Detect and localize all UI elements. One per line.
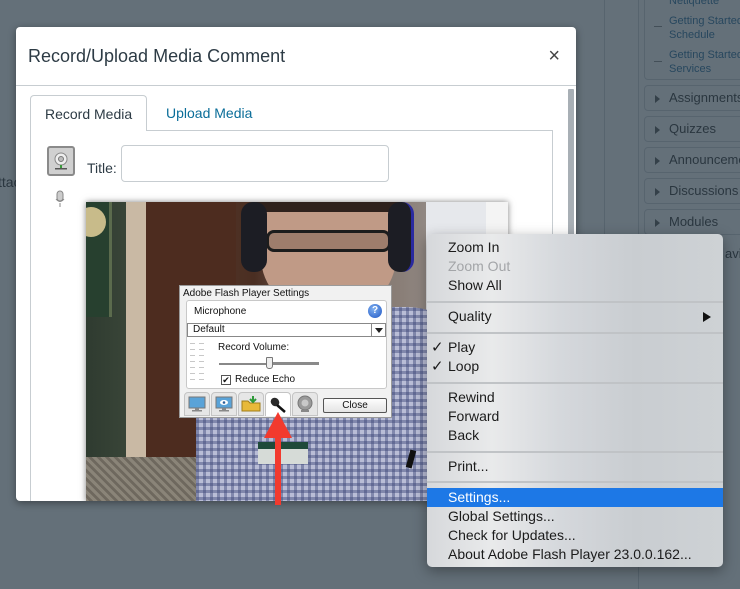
menu-item-show-all[interactable]: Show All — [427, 276, 723, 295]
close-button[interactable]: Close — [323, 398, 387, 413]
slider-thumb[interactable] — [265, 357, 273, 369]
title-label: Title: — [87, 160, 117, 176]
microphone-icon — [270, 397, 286, 413]
flash-context-menu: Zoom In Zoom Out Show All Quality ✓ Play… — [427, 234, 723, 567]
menu-item-label: Show All — [448, 277, 502, 293]
microphone-device-select[interactable]: Default — [187, 323, 386, 337]
menu-separator — [427, 481, 723, 483]
microphone-settings: Microphone ? Default Record Volume: ✔ Re… — [186, 300, 387, 389]
help-icon[interactable]: ? — [368, 304, 382, 318]
menu-item-settings[interactable]: Settings... — [427, 488, 723, 507]
selected-device: Default — [193, 324, 225, 335]
mic-level-meter — [190, 341, 208, 385]
menu-separator — [427, 301, 723, 303]
menu-item-label: Zoom Out — [448, 258, 511, 274]
record-volume-slider[interactable] — [219, 357, 319, 369]
flash-settings-panel: Adobe Flash Player Settings Microphone ?… — [179, 285, 392, 418]
menu-item-label: Play — [448, 339, 476, 355]
menu-item-global-settings[interactable]: Global Settings... — [427, 507, 723, 526]
webcam-icon — [54, 152, 68, 170]
flash-settings-title: Adobe Flash Player Settings — [183, 288, 310, 299]
tab-camera[interactable] — [292, 392, 318, 416]
tab-local-storage[interactable] — [238, 392, 264, 416]
tab-display[interactable] — [211, 392, 237, 416]
reduce-echo-label: Reduce Echo — [235, 374, 296, 385]
menu-item-label: Check for Updates... — [448, 527, 576, 543]
reduce-echo-checkbox[interactable]: ✔ Reduce Echo — [221, 374, 295, 385]
menu-item-loop[interactable]: ✓ Loop — [427, 357, 723, 376]
menu-separator — [427, 382, 723, 384]
menu-item-label: Quality — [448, 308, 492, 324]
menu-item-zoom-out: Zoom Out — [427, 257, 723, 276]
menu-item-zoom-in[interactable]: Zoom In — [427, 238, 723, 257]
display-settings-icon — [215, 396, 233, 412]
dialog-header: Record/Upload Media Comment × — [16, 27, 576, 86]
chevron-down-icon — [371, 324, 385, 336]
record-volume-label: Record Volume: — [218, 342, 290, 353]
annotation-arrow-shaft — [275, 435, 281, 505]
tab-privacy[interactable] — [184, 392, 210, 416]
tab-upload-media[interactable]: Upload Media — [152, 95, 266, 131]
menu-item-play[interactable]: ✓ Play — [427, 338, 723, 357]
microphone-icon[interactable] — [53, 190, 67, 208]
menu-item-label: About Adobe Flash Player 23.0.0.162... — [448, 546, 692, 562]
menu-item-label: Forward — [448, 408, 500, 424]
local-storage-folder-icon — [241, 396, 261, 412]
privacy-monitor-icon — [188, 396, 206, 412]
checkmark-icon: ✓ — [431, 339, 444, 356]
close-icon[interactable]: × — [548, 46, 560, 66]
microphone-heading: Microphone — [194, 306, 247, 317]
menu-item-about-flash-player[interactable]: About Adobe Flash Player 23.0.0.162... — [427, 545, 723, 564]
menu-item-label: Settings... — [448, 489, 511, 505]
menu-item-label: Print... — [448, 458, 489, 474]
menu-item-label: Loop — [448, 358, 480, 374]
name-badge — [258, 442, 308, 464]
menu-item-rewind[interactable]: Rewind — [427, 388, 723, 407]
menu-separator — [427, 451, 723, 453]
menu-item-forward[interactable]: Forward — [427, 407, 723, 426]
checkmark-icon: ✓ — [431, 358, 444, 375]
menu-item-quality[interactable]: Quality — [427, 307, 723, 326]
tab-record-media[interactable]: Record Media — [30, 95, 147, 131]
menu-item-print[interactable]: Print... — [427, 457, 723, 476]
menu-item-label: Rewind — [448, 389, 495, 405]
submenu-arrow-icon — [703, 312, 711, 322]
webcam-record-button[interactable] — [47, 146, 75, 176]
menu-item-back[interactable]: Back — [427, 426, 723, 445]
menu-item-check-for-updates[interactable]: Check for Updates... — [427, 526, 723, 545]
checkbox[interactable]: ✔ — [221, 374, 231, 385]
menu-item-label: Zoom In — [448, 239, 500, 255]
camera-icon — [297, 395, 313, 412]
menu-separator — [427, 332, 723, 334]
dialog-title: Record/Upload Media Comment — [28, 46, 286, 66]
menu-item-label: Global Settings... — [448, 508, 555, 524]
menu-item-label: Back — [448, 427, 480, 443]
title-input[interactable] — [121, 145, 389, 182]
